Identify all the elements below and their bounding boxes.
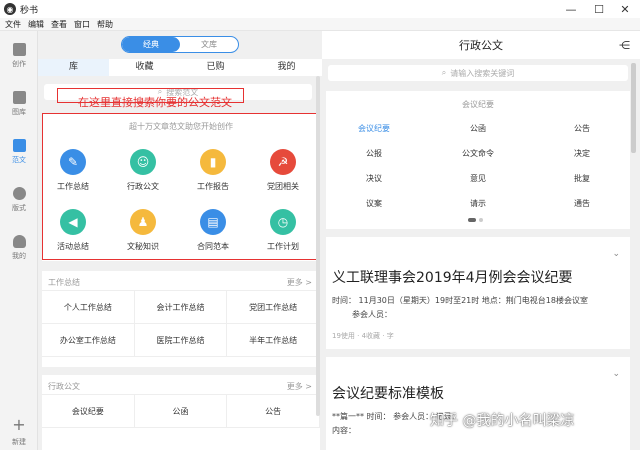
doc-card[interactable]: ⌄ 会议纪要标准模板 **篇一** 时间： 参会人员： 记录： 内容： bbox=[326, 357, 630, 450]
doc-card[interactable]: ⌄ 义工联理事会2019年4月例会会议纪要 时间： 11月30日（星期天）19时… bbox=[326, 237, 630, 349]
search-icon: ⌕ bbox=[441, 68, 447, 77]
carousel-dot bbox=[479, 218, 483, 222]
watermark: 知乎 @我的小名叫梁凉 bbox=[430, 413, 575, 429]
section-title: 工作总结 bbox=[48, 278, 80, 287]
tab-purchased[interactable]: 已购 bbox=[180, 59, 251, 76]
mode-switch: 经典 文库 bbox=[121, 36, 239, 53]
sidebar-label: 图库 bbox=[12, 108, 26, 116]
left-scrollbar[interactable] bbox=[316, 76, 320, 416]
template-icon bbox=[12, 139, 26, 152]
doc-type-item[interactable]: 决定 bbox=[552, 148, 612, 159]
doc-type-item[interactable]: 意见 bbox=[448, 173, 508, 184]
doc-type-item[interactable]: 公告 bbox=[552, 123, 612, 134]
image-icon bbox=[12, 91, 26, 104]
sidebar-item-templates[interactable]: 范文 bbox=[0, 131, 38, 171]
library-tabs: 库 收藏 已购 我的 bbox=[38, 59, 322, 76]
sidebar-item-new[interactable]: + 新建 bbox=[0, 411, 38, 451]
template-library-pane: 经典 文库 库 收藏 已购 我的 ⌕ 搜索范文 超十万文章范文助您开始创作 ✎ 工… bbox=[38, 31, 322, 450]
doc-type-item[interactable]: 通告 bbox=[552, 198, 612, 209]
section-work-summary: 工作总结 更多 > 个人工作总结 会计工作总结 党团工作总结 办公室工作总结 医… bbox=[42, 271, 320, 367]
menu-window[interactable]: 窗口 bbox=[74, 19, 90, 30]
doc-title[interactable]: 义工联理事会2019年4月例会会议纪要 bbox=[332, 267, 573, 287]
doc-type-item[interactable]: 议案 bbox=[344, 198, 404, 209]
pane-title: 行政公文 bbox=[459, 39, 503, 52]
close-button[interactable]: ✕ bbox=[610, 0, 640, 18]
section-title: 行政公文 bbox=[48, 382, 80, 391]
menu-view[interactable]: 查看 bbox=[51, 19, 67, 30]
doc-type-item[interactable]: 会议纪要 bbox=[344, 123, 404, 134]
menu-bar: 文件 编辑 查看 窗口 帮助 bbox=[0, 18, 640, 31]
doc-title[interactable]: 会议纪要标准模板 bbox=[332, 383, 444, 403]
mode-library-button[interactable]: 文库 bbox=[180, 37, 238, 52]
list-item[interactable]: 会计工作总结 bbox=[134, 291, 228, 324]
right-scrollbar[interactable] bbox=[631, 63, 636, 153]
more-link[interactable]: 更多 > bbox=[287, 381, 312, 392]
section-admin-docs: 行政公文 更多 > 会议纪要 公函 公告 bbox=[42, 375, 320, 450]
highlight-box bbox=[42, 113, 320, 260]
more-link[interactable]: 更多 > bbox=[287, 277, 312, 288]
sidebar-item-layout[interactable]: 版式 bbox=[0, 179, 38, 219]
sidebar: 创作 图库 范文 版式 我的 + 新建 bbox=[0, 31, 38, 450]
tab-favorites[interactable]: 收藏 bbox=[109, 59, 180, 76]
menu-file[interactable]: 文件 bbox=[5, 19, 21, 30]
user-icon bbox=[12, 235, 26, 248]
doc-type-item[interactable]: 公报 bbox=[344, 148, 404, 159]
sidebar-label: 新建 bbox=[12, 438, 26, 446]
sidebar-label: 版式 bbox=[12, 204, 26, 212]
list-item[interactable]: 半年工作总结 bbox=[227, 324, 320, 357]
title-bar: ◉ 秒书 — ☐ ✕ bbox=[0, 0, 640, 18]
doc-search-input[interactable]: ⌕ 请输入搜索关键词 bbox=[328, 65, 628, 81]
list-item[interactable]: 个人工作总结 bbox=[42, 291, 135, 324]
doc-type-title: 会议纪要 bbox=[462, 100, 494, 109]
tab-library[interactable]: 库 bbox=[38, 59, 109, 76]
list-item[interactable]: 公函 bbox=[134, 395, 228, 428]
list-item[interactable]: 办公室工作总结 bbox=[42, 324, 135, 357]
doc-type-item[interactable]: 批复 bbox=[552, 173, 612, 184]
chevron-down-icon[interactable]: ⌄ bbox=[612, 249, 620, 259]
minimize-button[interactable]: — bbox=[556, 0, 586, 18]
sidebar-item-mine[interactable]: 我的 bbox=[0, 227, 38, 267]
list-item[interactable]: 会议纪要 bbox=[42, 395, 135, 428]
plus-icon: + bbox=[12, 415, 26, 434]
mode-classic-button[interactable]: 经典 bbox=[122, 37, 180, 52]
tab-mine[interactable]: 我的 bbox=[251, 59, 322, 76]
carousel-dots[interactable] bbox=[468, 218, 486, 222]
doc-meta: 19使用 · 4收藏 · 字 bbox=[332, 332, 394, 340]
doc-type-card: 会议纪要 会议纪要 公函 公告 公报 公文命令 决定 决议 意见 批复 议案 请示 通告 bbox=[326, 91, 630, 229]
sidebar-item-gallery[interactable]: 图库 bbox=[0, 83, 38, 123]
search-placeholder: 请输入搜索关键词 bbox=[450, 68, 515, 78]
app-title: 秒书 bbox=[20, 5, 39, 16]
sidebar-label: 创作 bbox=[12, 60, 26, 68]
sidebar-label: 范文 bbox=[12, 156, 26, 164]
sidebar-label: 我的 bbox=[12, 252, 26, 260]
carousel-dot-active bbox=[468, 218, 476, 222]
doc-type-item[interactable]: 决议 bbox=[344, 173, 404, 184]
create-icon bbox=[12, 43, 26, 56]
doc-excerpt: 内容： bbox=[332, 426, 356, 435]
document-pane: 行政公文 ⋲ ⌕ 请输入搜索关键词 会议纪要 会议纪要 公函 公告 公报 公文命令 决定决… bbox=[322, 31, 640, 450]
annotation-text: 在这里直接搜索你要的公文范文 bbox=[78, 96, 232, 109]
doc-type-item[interactable]: 公文命令 bbox=[448, 148, 508, 159]
palette-icon bbox=[12, 187, 26, 200]
pane-header: 行政公文 ⋲ bbox=[322, 31, 640, 59]
sidebar-item-create[interactable]: 创作 bbox=[0, 35, 38, 75]
share-icon[interactable]: ⋲ bbox=[619, 39, 630, 52]
menu-edit[interactable]: 编辑 bbox=[28, 19, 44, 30]
list-item[interactable]: 党团工作总结 bbox=[227, 291, 320, 324]
doc-excerpt: 时间： 11月30日（星期天）19时至21时 地点：荆门电视台18楼会议室 bbox=[332, 296, 588, 305]
doc-excerpt: 参会人员： bbox=[352, 310, 392, 319]
list-item[interactable]: 医院工作总结 bbox=[134, 324, 228, 357]
list-item[interactable]: 公告 bbox=[227, 395, 320, 428]
doc-type-item[interactable]: 请示 bbox=[448, 198, 508, 209]
doc-type-item[interactable]: 公函 bbox=[448, 123, 508, 134]
chevron-down-icon[interactable]: ⌄ bbox=[612, 369, 620, 379]
menu-help[interactable]: 帮助 bbox=[97, 19, 113, 30]
app-logo-icon: ◉ bbox=[4, 3, 16, 15]
